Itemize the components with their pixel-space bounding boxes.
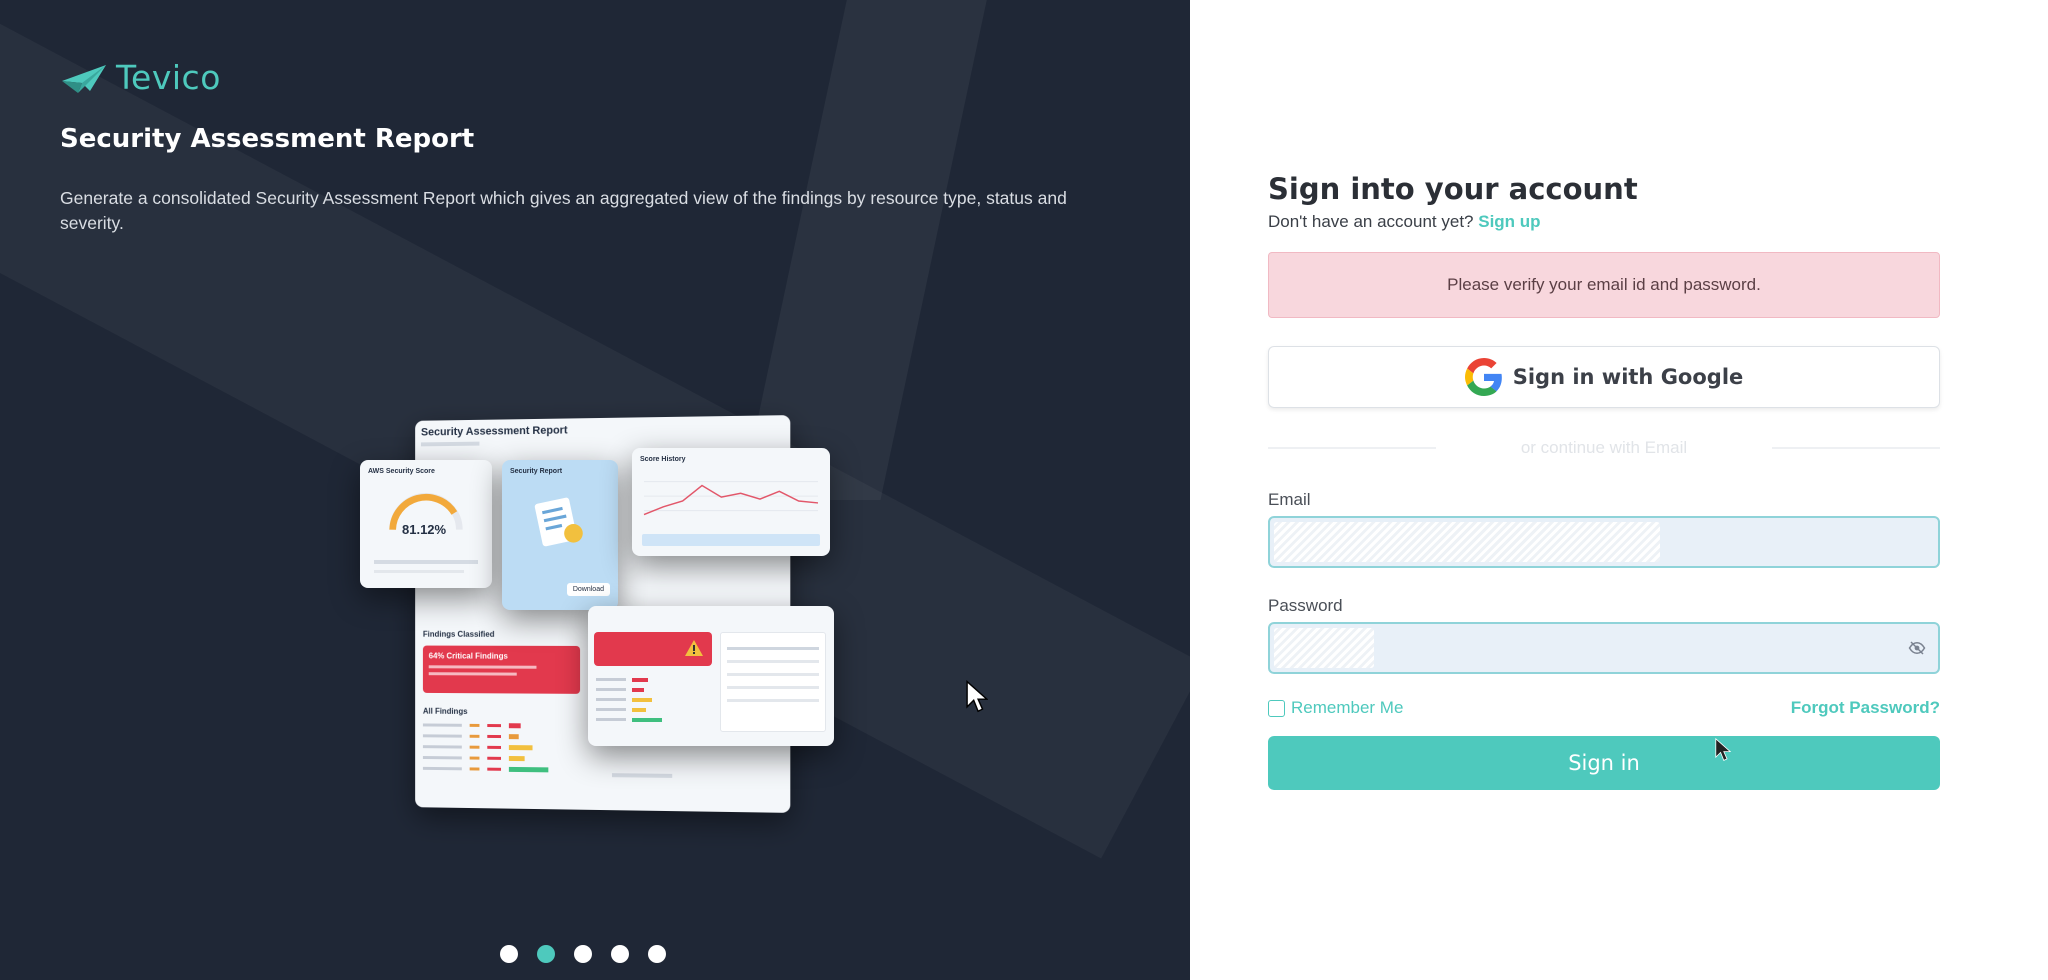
findings-table — [422, 722, 570, 773]
signup-prompt: Don't have an account yet? Sign up — [1268, 212, 1940, 232]
score-title: AWS Security Score — [368, 468, 435, 475]
score-history-card: Score History — [632, 448, 830, 556]
download-button: Download — [566, 583, 610, 596]
score-value: 81.12% — [402, 522, 447, 537]
password-label: Password — [1268, 596, 1343, 615]
google-signin-button[interactable]: Sign in with Google — [1268, 346, 1940, 408]
signin-form: Sign into your account Don't have an acc… — [1268, 172, 1940, 790]
redacted-password-value — [1274, 628, 1374, 668]
error-alert: Please verify your email id and password… — [1268, 252, 1940, 318]
paper-plane-icon — [62, 64, 106, 93]
history-title: Score History — [640, 456, 686, 463]
security-report-card: Security Report Download — [502, 460, 618, 610]
divider-line — [1772, 447, 1940, 449]
forgot-password-link[interactable]: Forgot Password? — [1791, 698, 1940, 718]
carousel-dot-active[interactable] — [537, 945, 555, 963]
findings-classified-card — [588, 606, 834, 746]
security-score-card: AWS Security Score 81.12% — [360, 460, 492, 588]
report-illustration: Security Assessment Report Findings Clas… — [350, 410, 870, 830]
form-options-row: Remember Me Forgot Password? — [1268, 698, 1940, 718]
remember-me-label: Remember Me — [1291, 698, 1404, 717]
redacted-email-value — [1274, 522, 1660, 562]
score-history-chart — [643, 481, 819, 516]
divider-text: or continue with Email — [1520, 438, 1688, 457]
slide-description: Generate a consolidated Security Assessm… — [60, 188, 1067, 233]
findings-title: Findings Classified — [422, 629, 495, 639]
mouse-cursor-icon — [1715, 738, 1731, 761]
carousel-dot[interactable] — [611, 945, 629, 963]
slide-title: Security Assessment Report — [60, 124, 475, 154]
email-label: Email — [1268, 490, 1311, 509]
all-findings-title: All Findings — [422, 706, 468, 716]
signup-prompt-text: Don't have an account yet? — [1268, 212, 1474, 231]
email-field[interactable] — [1268, 516, 1940, 568]
main-report-title: Security Assessment Report — [420, 424, 568, 439]
signup-link[interactable]: Sign up — [1478, 212, 1540, 231]
divider-line — [1268, 447, 1436, 449]
document-icon — [534, 497, 583, 547]
brand-logo: Tevico — [60, 58, 221, 97]
eye-slash-icon[interactable] — [1908, 639, 1926, 657]
warning-icon — [685, 640, 703, 656]
carousel-dot[interactable] — [648, 945, 666, 963]
google-icon — [1464, 358, 1502, 396]
signin-panel: Sign into your account Don't have an acc… — [1190, 0, 2048, 980]
remember-me[interactable]: Remember Me — [1268, 698, 1403, 718]
or-divider: or continue with Email — [1268, 438, 1940, 458]
password-field[interactable] — [1268, 622, 1940, 674]
warning-banner — [594, 632, 712, 666]
report-title: Security Report — [510, 468, 563, 475]
promo-panel: Tevico Security Assessment Report Genera… — [0, 0, 1190, 980]
critical-label: 64% Critical Findings — [428, 651, 508, 661]
critical-banner: 64% Critical Findings — [422, 645, 581, 694]
signin-button[interactable]: Sign in — [1268, 736, 1940, 790]
carousel-dot[interactable] — [574, 945, 592, 963]
mouse-cursor-icon — [966, 680, 988, 713]
carousel-dots — [500, 945, 666, 963]
remember-me-checkbox[interactable] — [1268, 699, 1285, 717]
form-title: Sign into your account — [1268, 172, 1638, 206]
google-button-label: Sign in with Google — [1512, 365, 1744, 389]
brand-name: Tevico — [116, 58, 221, 97]
carousel-dot[interactable] — [500, 945, 518, 963]
